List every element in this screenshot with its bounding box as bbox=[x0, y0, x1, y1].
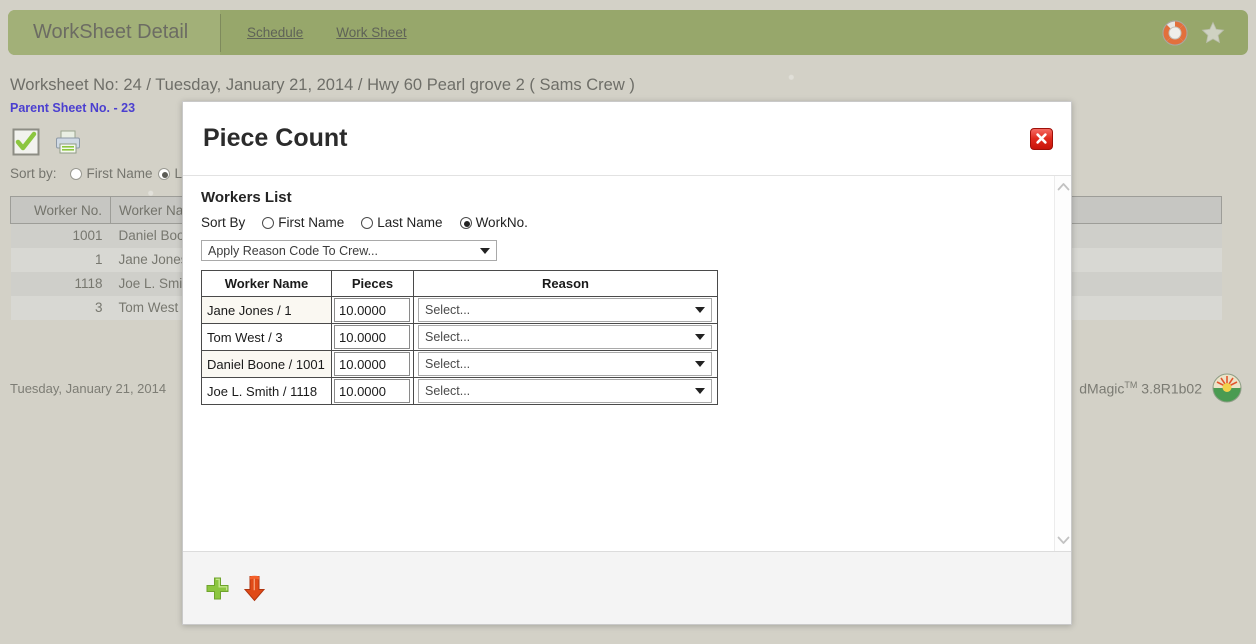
footer-version-name: dMagic bbox=[1079, 380, 1125, 397]
footer-trademark: TM bbox=[1124, 379, 1138, 390]
pieces-cell bbox=[331, 350, 414, 378]
footer-version-number: 3.8R1b02 bbox=[1137, 380, 1202, 397]
reason-cell: Select... bbox=[413, 377, 718, 405]
reason-select[interactable]: Select... bbox=[418, 352, 712, 376]
reason-select[interactable]: Select... bbox=[418, 325, 712, 349]
crew-select-value: Apply Reason Code To Crew... bbox=[208, 243, 379, 258]
piece-table-row: Joe L. Smith / 1118 Select... bbox=[201, 377, 718, 405]
printer-icon[interactable] bbox=[54, 128, 82, 156]
piece-table-row: Jane Jones / 1 Select... bbox=[201, 296, 718, 324]
radio-sort-work-no[interactable] bbox=[459, 216, 472, 229]
reason-select-value: Select... bbox=[425, 330, 471, 344]
worker-name-text: Daniel Boone / 1001 bbox=[207, 356, 325, 372]
pieces-cell bbox=[331, 377, 414, 405]
nav-link-schedule[interactable]: Schedule bbox=[247, 25, 303, 40]
radio-label-first-name: First Name bbox=[86, 166, 153, 181]
footer-version: dMagicTM 3.8R1b02 bbox=[1079, 380, 1202, 397]
worker-name-text: Tom West / 3 bbox=[207, 329, 283, 345]
worker-name-cell: Tom West / 3 bbox=[201, 323, 332, 351]
cell-worker-no: 1001 bbox=[10, 223, 111, 248]
radio-sort-last-name[interactable] bbox=[157, 167, 170, 180]
modal-sort-by-label: Sort By bbox=[201, 215, 246, 230]
worksheet-heading: Worksheet No: 24 / Tuesday, January 21, … bbox=[10, 76, 635, 94]
reason-cell: Select... bbox=[413, 323, 718, 351]
tab-worksheet-detail[interactable]: WorkSheet Detail bbox=[8, 10, 220, 55]
worker-name-cell: Jane Jones / 1 bbox=[201, 296, 332, 324]
brand-tab-label: WorkSheet Detail bbox=[33, 21, 189, 43]
parent-sheet-link[interactable]: Parent Sheet No. - 23 bbox=[10, 101, 135, 115]
piece-table-row: Tom West / 3 Select... bbox=[201, 323, 718, 351]
top-bar-actions bbox=[1162, 20, 1248, 46]
chevron-down-icon bbox=[695, 334, 705, 340]
footer-date: Tuesday, January 21, 2014 bbox=[10, 380, 167, 396]
modal-sort-by: Sort By First Name Last Name WorkNo. bbox=[201, 215, 1071, 230]
radio-sort-first-name[interactable] bbox=[69, 167, 82, 180]
piece-table-row: Daniel Boone / 1001 Select... bbox=[201, 350, 718, 378]
reason-select[interactable]: Select... bbox=[418, 379, 712, 403]
piece-count-table: Worker Name Pieces Reason Jane Jones / 1 bbox=[201, 270, 718, 405]
reason-select-value: Select... bbox=[425, 384, 471, 398]
close-icon bbox=[1036, 133, 1047, 144]
reason-select-value: Select... bbox=[425, 357, 471, 371]
radio-sort-last-name[interactable] bbox=[361, 216, 374, 229]
checkmark-icon[interactable] bbox=[12, 128, 40, 156]
column-pieces: Pieces bbox=[331, 270, 414, 297]
pieces-cell bbox=[331, 296, 414, 324]
cell-worker-no: 1118 bbox=[10, 271, 111, 296]
chevron-down-icon bbox=[480, 247, 490, 254]
column-worker-no[interactable]: Worker No. bbox=[10, 196, 111, 224]
radio-sort-first-name[interactable] bbox=[262, 216, 275, 229]
modal-footer bbox=[183, 551, 1071, 624]
nav-link-work-sheet[interactable]: Work Sheet bbox=[336, 25, 406, 40]
radio-label-work-no: WorkNo. bbox=[475, 215, 528, 230]
page-toolbar bbox=[12, 128, 82, 156]
cell-worker-no: 1 bbox=[10, 247, 111, 272]
pieces-input[interactable] bbox=[334, 379, 410, 403]
reason-cell: Select... bbox=[413, 296, 718, 324]
radio-label-last-name: Last Name bbox=[377, 215, 443, 230]
chevron-down-icon bbox=[695, 307, 705, 313]
modal-body: Workers List Sort By First Name Last Nam… bbox=[183, 176, 1071, 551]
reason-select-value: Select... bbox=[425, 303, 471, 317]
lifebuoy-icon[interactable] bbox=[1162, 20, 1188, 46]
plus-icon[interactable] bbox=[205, 576, 230, 601]
column-reason: Reason bbox=[413, 270, 718, 297]
workers-list-title: Workers List bbox=[201, 189, 292, 206]
worker-name-cell: Joe L. Smith / 1118 bbox=[201, 377, 332, 405]
chevron-down-icon bbox=[695, 388, 705, 394]
piece-count-modal: Piece Count Workers List Sort By First N… bbox=[182, 101, 1072, 625]
top-nav: Schedule Work Sheet bbox=[221, 25, 407, 40]
pieces-cell bbox=[331, 323, 414, 351]
column-worker-name: Worker Name bbox=[201, 270, 332, 297]
footer-branding: dMagicTM 3.8R1b02 bbox=[1079, 373, 1256, 403]
modal-title: Piece Count bbox=[203, 124, 348, 152]
cell-worker-no: 3 bbox=[10, 295, 111, 320]
chevron-down-icon bbox=[695, 361, 705, 367]
app-logo-icon bbox=[1212, 373, 1242, 403]
worker-name-text: Jane Jones / 1 bbox=[207, 302, 292, 318]
pieces-input[interactable] bbox=[334, 352, 410, 376]
pieces-input[interactable] bbox=[334, 325, 410, 349]
apply-reason-code-to-crew-select[interactable]: Apply Reason Code To Crew... bbox=[201, 240, 497, 261]
sort-by-label: Sort by: bbox=[10, 166, 57, 181]
reason-select[interactable]: Select... bbox=[418, 298, 712, 322]
chevron-down-icon[interactable] bbox=[1057, 536, 1070, 545]
chevron-up-icon[interactable] bbox=[1057, 182, 1070, 191]
pieces-input[interactable] bbox=[334, 298, 410, 322]
top-header-bar: WorkSheet Detail Schedule Work Sheet bbox=[8, 10, 1248, 55]
worker-name-cell: Daniel Boone / 1001 bbox=[201, 350, 332, 378]
radio-label-first-name: First Name bbox=[278, 215, 345, 230]
down-arrow-icon[interactable] bbox=[242, 575, 267, 602]
star-icon[interactable] bbox=[1200, 20, 1226, 46]
piece-table-header-row: Worker Name Pieces Reason bbox=[201, 270, 718, 297]
modal-header: Piece Count bbox=[183, 102, 1071, 176]
worker-name-text: Joe L. Smith / 1118 bbox=[207, 383, 318, 399]
modal-scrollbar[interactable] bbox=[1054, 176, 1071, 551]
reason-cell: Select... bbox=[413, 350, 718, 378]
close-button[interactable] bbox=[1030, 127, 1053, 150]
